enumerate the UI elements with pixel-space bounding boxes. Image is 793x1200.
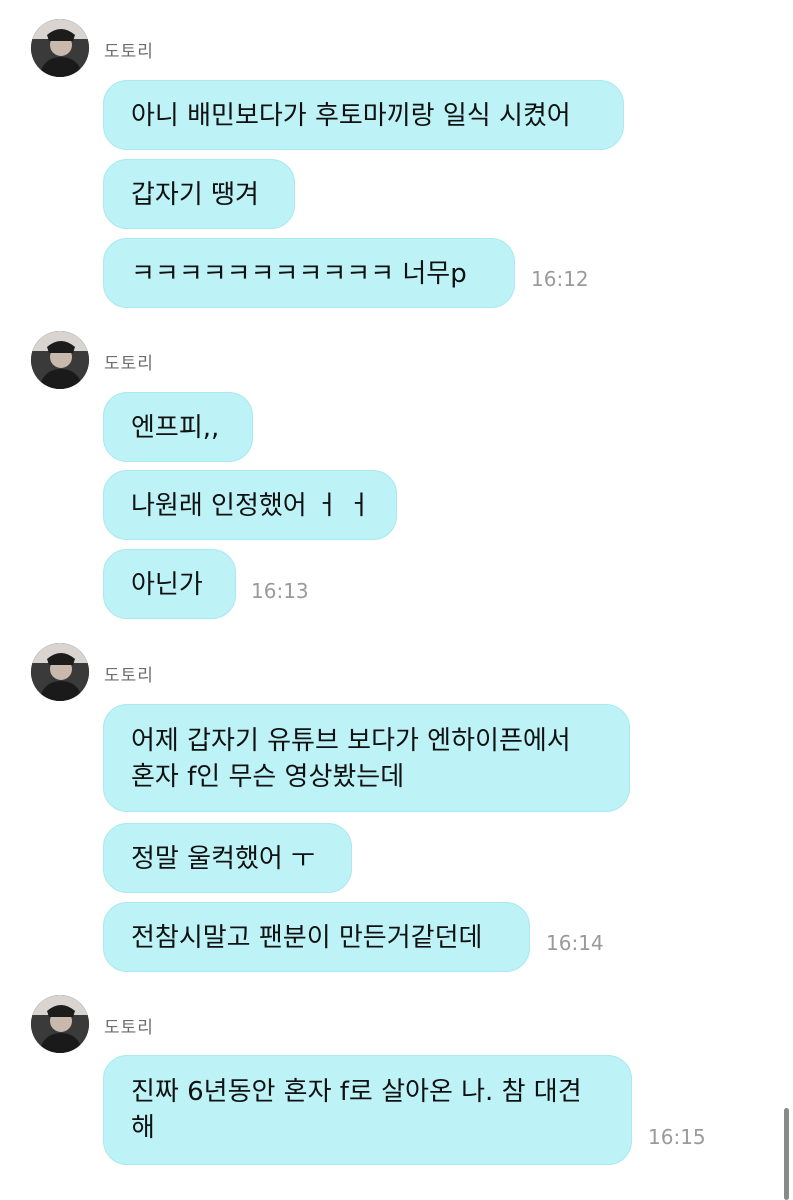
message-bubble[interactable]: 엔프피,, (103, 392, 253, 462)
avatar-icon (31, 19, 89, 77)
message-bubble[interactable]: 정말 울컥했어 ㅜ (103, 823, 352, 893)
message-text: 아니 배민보다가 후토마끼랑 일식 시켰어 (131, 101, 571, 131)
sender-avatar[interactable] (31, 995, 89, 1053)
message-time: 16:13 (251, 579, 309, 603)
message-bubble[interactable]: 아닌가 (103, 549, 236, 619)
sender-avatar[interactable] (31, 19, 89, 77)
sender-avatar[interactable] (31, 331, 89, 389)
avatar-icon (31, 995, 89, 1053)
sender-name: 도토리 (104, 42, 154, 62)
avatar-icon (31, 643, 89, 701)
message-text: 갑자기 땡겨 (131, 180, 259, 210)
sender-name: 도토리 (104, 354, 154, 374)
chat-window: 도토리 아니 배민보다가 후토마끼랑 일식 시켰어 갑자기 땡겨 ㅋㅋㅋㅋㅋㅋㅋ… (0, 0, 793, 1200)
message-text: ㅋㅋㅋㅋㅋㅋㅋㅋㅋㅋㅋ 너무p (131, 259, 467, 289)
message-text: 엔프피,, (131, 413, 220, 443)
message-text-line: 혼자 f인 무슨 영상봤는데 (131, 762, 405, 792)
message-bubble[interactable]: 갑자기 땡겨 (103, 159, 295, 229)
message-text: 전참시말고 팬분이 만든거같던데 (131, 923, 483, 953)
message-text-line: 해 (131, 1113, 155, 1143)
message-bubble[interactable]: 나원래 인정했어 ㅓ ㅓ (103, 470, 397, 540)
message-text-line: 어제 갑자기 유튜브 보다가 엔하이픈에서 (131, 726, 571, 756)
message-text: 정말 울컥했어 ㅜ (131, 844, 315, 874)
message-bubble[interactable]: 어제 갑자기 유튜브 보다가 엔하이픈에서 혼자 f인 무슨 영상봤는데 (103, 704, 630, 812)
sender-avatar[interactable] (31, 643, 89, 701)
message-bubble[interactable]: 아니 배민보다가 후토마끼랑 일식 시켰어 (103, 80, 624, 150)
message-text-line: 진짜 6년동안 혼자 f로 살아온 나. 참 대견 (131, 1077, 582, 1107)
message-text: 아닌가 (131, 570, 203, 600)
avatar-icon (31, 331, 89, 389)
sender-name: 도토리 (104, 666, 154, 686)
scrollbar[interactable] (784, 1108, 789, 1200)
message-bubble[interactable]: ㅋㅋㅋㅋㅋㅋㅋㅋㅋㅋㅋ 너무p (103, 238, 515, 308)
sender-name: 도토리 (104, 1018, 154, 1038)
message-bubble[interactable]: 전참시말고 팬분이 만든거같던데 (103, 902, 530, 972)
message-time: 16:15 (648, 1125, 706, 1149)
message-time: 16:12 (531, 267, 589, 291)
message-bubble[interactable]: 진짜 6년동안 혼자 f로 살아온 나. 참 대견 해 (103, 1055, 632, 1165)
message-text: 나원래 인정했어 ㅓ ㅓ (131, 491, 372, 521)
message-time: 16:14 (546, 931, 604, 955)
